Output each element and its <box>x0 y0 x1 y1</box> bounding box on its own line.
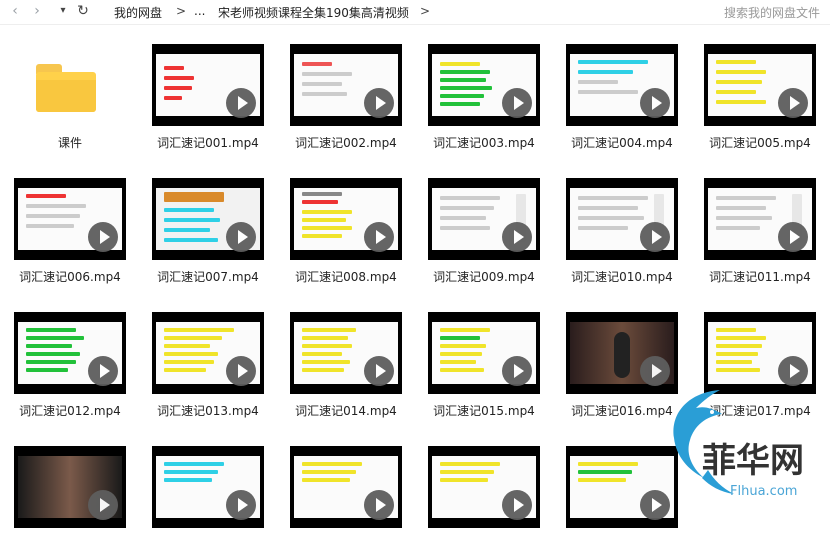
play-icon <box>226 356 256 386</box>
forward-icon[interactable]: › <box>28 2 46 20</box>
video-item[interactable]: 词汇速记001.mp4 <box>152 30 264 150</box>
video-item[interactable]: 词汇速记004.mp4 <box>566 30 678 150</box>
video-item[interactable]: 词汇速记008.mp4 <box>290 164 402 284</box>
play-icon <box>226 222 256 252</box>
video-thumbnail <box>14 312 126 394</box>
video-thumbnail <box>428 44 540 126</box>
file-name: 词汇速记007.mp4 <box>157 270 259 284</box>
video-thumbnail <box>290 178 402 260</box>
play-icon <box>364 490 394 520</box>
video-item[interactable]: 词汇速记007.mp4 <box>152 164 264 284</box>
play-icon <box>88 356 118 386</box>
file-name: 词汇速记010.mp4 <box>571 270 673 284</box>
file-name: 词汇速记002.mp4 <box>295 136 397 150</box>
file-name: 词汇速记014.mp4 <box>295 404 397 418</box>
file-name: 课件 <box>57 136 82 150</box>
back-icon[interactable]: ‹ <box>6 2 24 20</box>
file-name: 词汇速记011.mp4 <box>709 270 811 284</box>
play-icon <box>502 356 532 386</box>
file-name: 词汇速记015.mp4 <box>433 404 535 418</box>
video-item[interactable]: 词汇速记015.mp4 <box>428 298 540 418</box>
video-thumbnail <box>290 44 402 126</box>
video-item[interactable]: 词汇速记016.mp4 <box>566 298 678 418</box>
video-thumbnail <box>290 446 402 528</box>
file-name: 词汇速记017.mp4 <box>709 404 811 418</box>
search-input[interactable]: 搜索我的网盘文件 <box>724 4 820 21</box>
video-item[interactable]: 词汇速记012.mp4 <box>14 298 126 418</box>
play-icon <box>502 222 532 252</box>
play-icon <box>364 88 394 118</box>
video-item[interactable] <box>566 432 678 550</box>
play-icon <box>364 222 394 252</box>
play-icon <box>502 88 532 118</box>
play-icon <box>640 356 670 386</box>
breadcrumb-root[interactable]: 我的网盘 <box>114 4 162 21</box>
video-thumbnail <box>704 44 816 126</box>
video-thumbnail <box>152 446 264 528</box>
breadcrumb-separator: > <box>176 4 187 18</box>
breadcrumb-separator: > <box>420 4 431 18</box>
play-icon <box>778 222 808 252</box>
file-name: 词汇速记008.mp4 <box>295 270 397 284</box>
video-item[interactable]: 词汇速记013.mp4 <box>152 298 264 418</box>
breadcrumb-ellipsis[interactable]: ... <box>194 4 205 18</box>
video-item[interactable]: 词汇速记002.mp4 <box>290 30 402 150</box>
video-thumbnail <box>428 446 540 528</box>
video-thumbnail <box>152 312 264 394</box>
file-name: 词汇速记005.mp4 <box>709 136 811 150</box>
play-icon <box>88 490 118 520</box>
video-item[interactable] <box>290 432 402 550</box>
video-item[interactable] <box>14 432 126 550</box>
video-item[interactable] <box>152 432 264 550</box>
play-icon <box>640 88 670 118</box>
video-thumbnail <box>428 312 540 394</box>
video-item[interactable]: 词汇速记014.mp4 <box>290 298 402 418</box>
top-bar: ‹ › ▾ ↻ 我的网盘 > ... 宋老师视频课程全集190集高清视频 > 搜… <box>0 0 830 25</box>
play-icon <box>502 490 532 520</box>
file-grid: 课件 词汇速记001.mp4 词汇速记002.mp4 词汇速记003.mp4 词… <box>0 30 830 528</box>
file-name: 词汇速记004.mp4 <box>571 136 673 150</box>
play-icon <box>778 88 808 118</box>
video-item[interactable]: 词汇速记009.mp4 <box>428 164 540 284</box>
file-name: 词汇速记016.mp4 <box>571 404 673 418</box>
breadcrumb-current[interactable]: 宋老师视频课程全集190集高清视频 <box>218 4 409 21</box>
video-thumbnail <box>152 178 264 260</box>
refresh-icon[interactable]: ↻ <box>74 2 92 20</box>
video-thumbnail <box>428 178 540 260</box>
video-item[interactable]: 词汇速记010.mp4 <box>566 164 678 284</box>
video-thumbnail <box>14 178 126 260</box>
file-name: 词汇速记003.mp4 <box>433 136 535 150</box>
play-icon <box>88 222 118 252</box>
play-icon <box>364 356 394 386</box>
video-thumbnail <box>566 446 678 528</box>
video-item[interactable]: 词汇速记003.mp4 <box>428 30 540 150</box>
video-thumbnail <box>566 44 678 126</box>
video-thumbnail <box>704 178 816 260</box>
file-name: 词汇速记013.mp4 <box>157 404 259 418</box>
file-name: 词汇速记009.mp4 <box>433 270 535 284</box>
file-name: 词汇速记001.mp4 <box>157 136 259 150</box>
video-item[interactable]: 词汇速记005.mp4 <box>704 30 816 150</box>
file-name: 词汇速记012.mp4 <box>19 404 121 418</box>
video-item[interactable] <box>428 432 540 550</box>
video-thumbnail <box>704 312 816 394</box>
play-icon <box>226 490 256 520</box>
folder-icon <box>36 64 96 112</box>
video-thumbnail <box>566 312 678 394</box>
folder-item[interactable]: 课件 <box>14 30 126 150</box>
video-thumbnail <box>566 178 678 260</box>
video-thumbnail <box>290 312 402 394</box>
history-dropdown-icon[interactable]: ▾ <box>54 2 72 20</box>
video-item[interactable]: 词汇速记006.mp4 <box>14 164 126 284</box>
video-thumbnail <box>152 44 264 126</box>
video-item[interactable]: 词汇速记011.mp4 <box>704 164 816 284</box>
play-icon <box>640 490 670 520</box>
play-icon <box>226 88 256 118</box>
file-name: 词汇速记006.mp4 <box>19 270 121 284</box>
video-item[interactable]: 词汇速记017.mp4 <box>704 298 816 418</box>
video-thumbnail <box>14 446 126 528</box>
play-icon <box>778 356 808 386</box>
play-icon <box>640 222 670 252</box>
